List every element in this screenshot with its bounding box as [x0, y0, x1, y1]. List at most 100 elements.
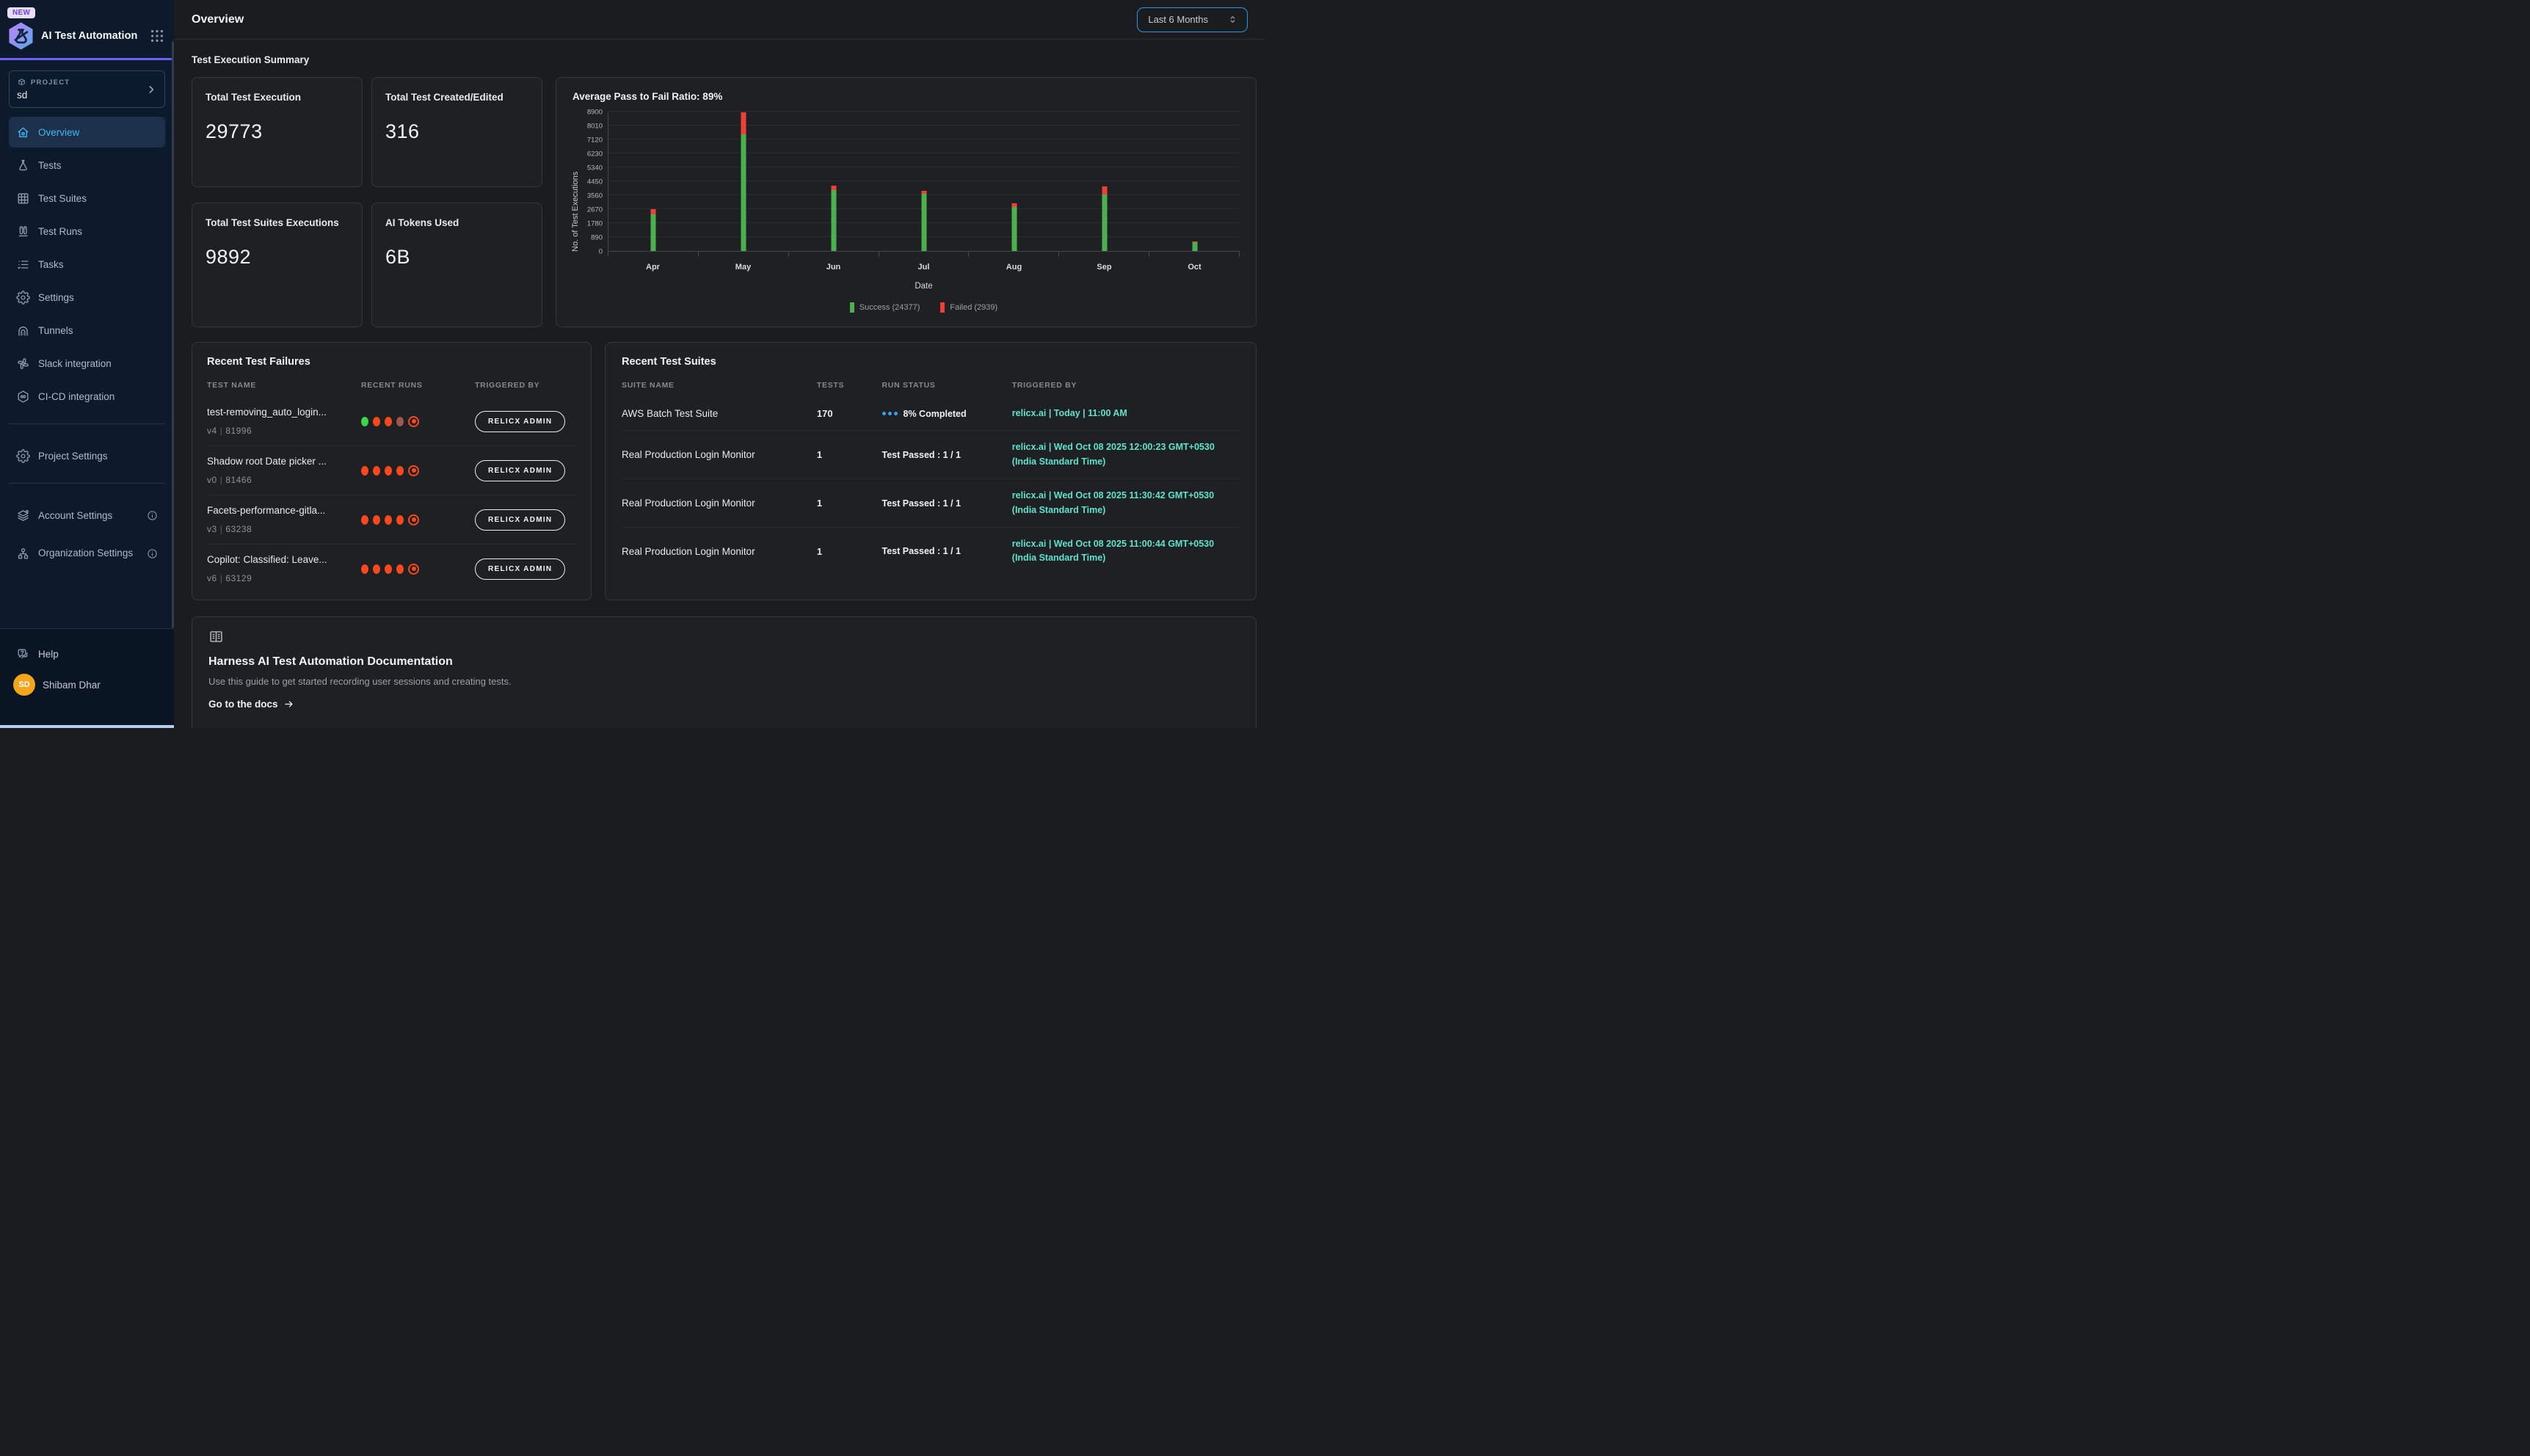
sidebar-item-account-settings[interactable]: Account Settings — [9, 500, 165, 531]
triggered-by-button[interactable]: RELICX ADMIN — [475, 411, 565, 432]
user-profile[interactable]: SD Shibam Dhar — [9, 669, 165, 701]
chevron-updown-icon — [1227, 14, 1238, 25]
run-dot[interactable] — [361, 417, 368, 426]
sidebar-item-tunnels[interactable]: Tunnels — [9, 315, 165, 346]
triggered-by-button[interactable]: RELICX ADMIN — [475, 460, 565, 481]
project-label: PROJECT — [31, 79, 70, 87]
sidebar-item-tasks[interactable]: Tasks — [9, 249, 165, 280]
failures-table-header: TEST NAMERECENT RUNSTRIGGERED BY — [207, 381, 576, 397]
suite-row[interactable]: AWS Batch Test Suite 170 8% Completed re… — [622, 397, 1240, 430]
stat-value: 6B — [385, 246, 528, 269]
run-dot[interactable] — [385, 515, 392, 525]
legend-swatch — [940, 302, 945, 313]
column-header: TRIGGERED BY — [1012, 381, 1240, 390]
bar-apr[interactable] — [608, 112, 699, 251]
test-meta: v3|63238 — [207, 524, 361, 534]
sidebar-bottom-panel: Help SD Shibam Dhar — [0, 628, 174, 728]
bar-aug[interactable] — [969, 112, 1059, 251]
apps-grid-icon[interactable] — [149, 28, 165, 44]
sidebar-nav-secondary: Project Settings — [0, 436, 174, 471]
sidebar-item-test-runs[interactable]: Test Runs — [9, 216, 165, 247]
sidebar-item-help[interactable]: Help — [9, 639, 165, 669]
sidebar-divider — [9, 423, 165, 424]
run-dot[interactable] — [373, 515, 380, 525]
sidebar-scrollbar[interactable] — [172, 41, 174, 628]
bar-may[interactable] — [699, 112, 789, 251]
column-header: RUN STATUS — [882, 381, 1012, 390]
run-dot[interactable] — [373, 417, 380, 426]
suite-run-status: Test Passed : 1 / 1 — [882, 498, 1012, 509]
sidebar-item-organization-settings[interactable]: Organization Settings — [9, 533, 165, 574]
sidebar-item-test-suites[interactable]: Test Suites — [9, 183, 165, 214]
date-range-select[interactable]: Last 6 Months — [1137, 7, 1248, 32]
chart-y-ticks: 0890178026703560445053406230712080108900 — [581, 112, 608, 252]
run-dot[interactable] — [385, 417, 392, 426]
new-badge: NEW — [7, 7, 35, 18]
bar-jun[interactable] — [789, 112, 879, 251]
suite-triggered-by[interactable]: relicx.ai | Wed Oct 08 2025 11:00:44 GMT… — [1012, 537, 1240, 566]
failure-row[interactable]: Facets-performance-gitla... v3|63238 REL… — [207, 495, 576, 544]
sidebar-nav-main: Overview Tests Test Suites Test Runs Tas… — [0, 112, 174, 412]
run-dot[interactable] — [396, 417, 404, 426]
run-dot[interactable] — [373, 564, 380, 574]
legend-swatch — [850, 302, 854, 313]
failures-table-body: test-removing_auto_login... v4|81996 REL… — [207, 397, 576, 593]
run-dot[interactable] — [396, 564, 404, 574]
progress-dots-icon — [882, 412, 898, 415]
layers-icon — [16, 509, 30, 523]
go-to-docs-link[interactable]: Go to the docs — [208, 699, 294, 710]
run-dot[interactable] — [361, 515, 368, 525]
recent-runs — [361, 465, 475, 476]
run-dot[interactable] — [396, 515, 404, 525]
sidebar-item-tests[interactable]: Tests — [9, 150, 165, 181]
run-dot[interactable] — [361, 564, 368, 574]
sidebar-item-settings[interactable]: Settings — [9, 282, 165, 313]
failure-row[interactable]: test-removing_auto_login... v4|81996 REL… — [207, 397, 576, 445]
bar-jul[interactable] — [879, 112, 970, 251]
x-tick-label: Sep — [1059, 263, 1149, 272]
stat-card-1: Total Test Created/Edited 316 — [371, 77, 542, 187]
suite-name: AWS Batch Test Suite — [622, 408, 817, 419]
suite-triggered-by[interactable]: relicx.ai | Wed Oct 08 2025 12:00:23 GMT… — [1012, 440, 1240, 469]
sidebar-item-ci-cd-integration[interactable]: CI-CD integration — [9, 381, 165, 412]
run-dot[interactable] — [385, 564, 392, 574]
suite-tests-count: 1 — [817, 449, 882, 460]
recent-test-failures-card: Recent Test Failures TEST NAMERECENT RUN… — [192, 342, 592, 600]
sidebar-item-project-settings[interactable]: Project Settings — [9, 440, 165, 471]
content: Test Execution Summary Total Test Execut… — [174, 40, 1265, 728]
run-dot[interactable] — [373, 466, 380, 476]
failure-row[interactable]: Shadow root Date picker ... v0|81466 REL… — [207, 445, 576, 495]
suite-triggered-by[interactable]: relicx.ai | Wed Oct 08 2025 11:30:42 GMT… — [1012, 489, 1240, 517]
run-ring-dot[interactable] — [408, 416, 419, 427]
triggered-by-button[interactable]: RELICX ADMIN — [475, 558, 565, 580]
run-ring-dot[interactable] — [408, 465, 419, 476]
run-dot[interactable] — [396, 466, 404, 476]
run-ring-dot[interactable] — [408, 514, 419, 525]
chart-legend: Success (24377) Failed (2939) — [608, 302, 1240, 313]
stat-label: Total Test Suites Executions — [206, 216, 349, 230]
date-range-value: Last 6 Months — [1148, 14, 1208, 25]
stat-card-2: Total Test Suites Executions 9892 — [192, 203, 363, 327]
x-tick-label: Apr — [608, 263, 698, 272]
suite-triggered-by[interactable]: relicx.ai | Today | 11:00 AM — [1012, 407, 1240, 421]
bar-sep[interactable] — [1059, 112, 1149, 251]
failure-row[interactable]: Copilot: Classified: Leave... v6|63129 R… — [207, 544, 576, 593]
flask-icon — [16, 159, 30, 172]
suite-run-status: 8% Completed — [882, 409, 1012, 419]
x-tick-label: Jun — [788, 263, 879, 272]
run-dot[interactable] — [385, 466, 392, 476]
project-selector[interactable]: PROJECT sd — [9, 70, 165, 108]
tunnel-icon — [16, 324, 30, 338]
run-ring-dot[interactable] — [408, 564, 419, 575]
triggered-by-button[interactable]: RELICX ADMIN — [475, 509, 565, 531]
test-name: Copilot: Classified: Leave... — [207, 554, 361, 565]
suite-row[interactable]: Real Production Login Monitor 1 Test Pas… — [622, 527, 1240, 575]
suite-row[interactable]: Real Production Login Monitor 1 Test Pas… — [622, 478, 1240, 527]
sidebar-item-overview[interactable]: Overview — [9, 117, 165, 148]
sidebar-item-slack-integration[interactable]: Slack integration — [9, 348, 165, 379]
suite-row[interactable]: Real Production Login Monitor 1 Test Pas… — [622, 430, 1240, 478]
bar-oct[interactable] — [1149, 112, 1240, 251]
home-icon — [16, 125, 30, 139]
run-dot[interactable] — [361, 466, 368, 476]
failures-title: Recent Test Failures — [207, 356, 576, 368]
